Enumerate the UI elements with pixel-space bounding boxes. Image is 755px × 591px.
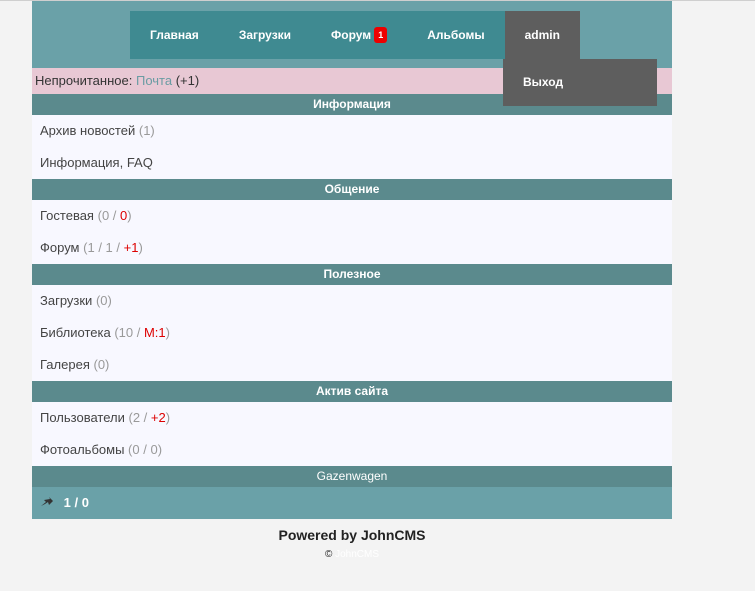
gazenwagen-icon	[40, 488, 54, 520]
copyright-sign: ©	[324, 549, 333, 560]
gazenwagen-row: 1 / 0	[32, 487, 672, 519]
users-counts: (2 / +2)	[128, 410, 171, 425]
nav-albums[interactable]: Альбомы	[407, 11, 504, 59]
forum-badge: 1	[374, 27, 388, 43]
list-item-gallery[interactable]: Галерея (0)	[32, 349, 672, 381]
guestbook-count-b: 0	[120, 208, 128, 223]
forum-counts: (1 / 1 / +1)	[83, 240, 143, 255]
footer: Powered by JohnCMS © JohnCMS	[32, 520, 672, 560]
forum-link[interactable]: Форум	[40, 240, 80, 255]
list-item-downloads[interactable]: Загрузки (0)	[32, 285, 672, 317]
nav-admin-label: admin	[524, 28, 560, 42]
powered-by: Powered by JohnCMS	[278, 527, 426, 543]
library-link[interactable]: Библиотека	[40, 325, 111, 340]
section-gazenwagen-title: Gazenwagen	[32, 466, 672, 487]
nav-forum[interactable]: Форум 1	[311, 11, 407, 59]
nav-admin[interactable]: admin	[504, 11, 580, 59]
copyright-link[interactable]: JohnCMS	[335, 549, 379, 560]
unread-label: Непрочитанное:	[35, 73, 133, 88]
section-active-title: Актив сайта	[32, 381, 672, 402]
header: Главная Загрузки Форум 1 Альбомы admin	[32, 1, 672, 68]
list-item-news[interactable]: Архив новостей (1)	[32, 115, 672, 147]
main-nav: Главная Загрузки Форум 1 Альбомы admin	[130, 11, 580, 59]
users-count-a: 2	[132, 410, 141, 425]
section-social-title: Общение	[32, 179, 672, 200]
photoalbums-counts: (0 / 0)	[128, 442, 163, 457]
unread-mail-link[interactable]: Почта	[136, 73, 172, 88]
users-link[interactable]: Пользователи	[40, 410, 125, 425]
forum-count-b: 1	[105, 240, 113, 255]
forum-count-c: +1	[123, 240, 139, 255]
news-archive-link[interactable]: Архив новостей	[40, 123, 135, 138]
downloads-count: (0)	[95, 293, 112, 308]
users-count-b: +2	[150, 410, 166, 425]
nav-home-label: Главная	[150, 28, 199, 42]
news-count: (1)	[138, 123, 155, 138]
gallery-link[interactable]: Галерея	[40, 357, 90, 372]
library-count-b: М:1	[143, 325, 166, 340]
nav-downloads[interactable]: Загрузки	[219, 11, 311, 59]
library-count-a: 10	[118, 325, 134, 340]
nav-albums-label: Альбомы	[427, 28, 485, 42]
guestbook-link[interactable]: Гостевая	[40, 208, 94, 223]
list-item-library[interactable]: Библиотека (10 / М:1)	[32, 317, 672, 349]
downloads-link[interactable]: Загрузки	[40, 293, 92, 308]
photoalbums-count-b: 0	[150, 442, 158, 457]
list-item-guestbook[interactable]: Гостевая (0 / 0)	[32, 200, 672, 232]
list-item-faq[interactable]: Информация, FAQ	[32, 147, 672, 179]
copyright: © JohnCMS	[32, 549, 672, 560]
gazenwagen-value: 1 / 0	[63, 495, 89, 510]
photoalbums-count-a: 0	[132, 442, 140, 457]
list-item-users[interactable]: Пользователи (2 / +2)	[32, 402, 672, 434]
guestbook-count-a: 0	[101, 208, 110, 223]
gallery-count: (0)	[93, 357, 110, 372]
library-counts: (10 / М:1)	[114, 325, 170, 340]
nav-downloads-label: Загрузки	[238, 28, 292, 42]
faq-link[interactable]: Информация, FAQ	[40, 155, 153, 170]
logout-label: Выход	[523, 75, 564, 89]
list-item-photoalbums[interactable]: Фотоальбомы (0 / 0)	[32, 434, 672, 466]
guestbook-counts: (0 / 0)	[97, 208, 132, 223]
forum-count-a: 1	[87, 240, 95, 255]
list-item-forum[interactable]: Форум (1 / 1 / +1)	[32, 232, 672, 264]
nav-forum-label: Форум	[331, 28, 372, 42]
nav-home[interactable]: Главная	[130, 11, 219, 59]
photoalbums-link[interactable]: Фотоальбомы	[40, 442, 124, 457]
unread-mail-count: (+1)	[175, 73, 200, 88]
section-useful-title: Полезное	[32, 264, 672, 285]
admin-dropdown-logout[interactable]: Выход	[503, 59, 657, 106]
